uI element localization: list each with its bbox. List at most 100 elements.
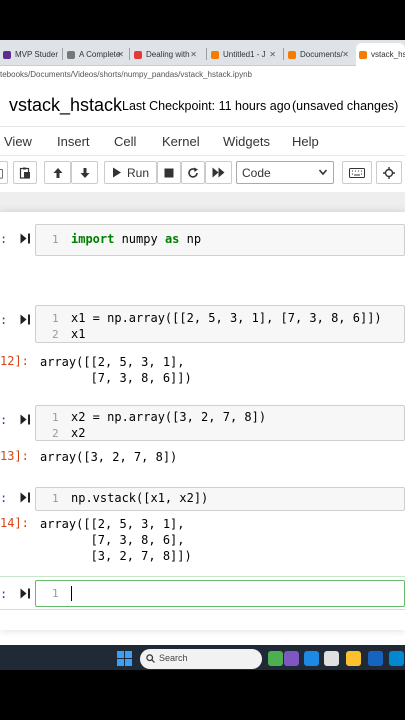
- code-cell[interactable]: : 1 2 x2 = np.array([3, 2, 7, 8]) x2: [0, 405, 405, 441]
- close-tab-icon[interactable]: ✕: [342, 50, 349, 59]
- copy-cell-button[interactable]: ▯: [0, 161, 8, 184]
- windows-start-icon[interactable]: [117, 651, 132, 666]
- run-cell-icon[interactable]: [20, 414, 31, 425]
- arrow-up-icon: [53, 167, 62, 178]
- active-code-cell[interactable]: : 1: [0, 576, 405, 610]
- line-number: 1: [52, 587, 59, 600]
- menu-bar: View Insert Cell Kernel Widgets Help: [0, 126, 405, 156]
- move-up-button[interactable]: [44, 161, 71, 184]
- code-line: x1: [71, 327, 86, 341]
- store-app-icon[interactable]: [389, 651, 404, 666]
- task-view-icon[interactable]: [284, 651, 299, 666]
- notebook-title[interactable]: vstack_hstack: [9, 95, 122, 116]
- arrow-down-icon: [80, 167, 89, 178]
- tab-favicon-icon: [67, 50, 75, 59]
- checkpoint-status: Last Checkpoint: 11 hours ago: [122, 99, 291, 113]
- code-cell[interactable]: : 1 np.vstack([x1, x2]): [0, 487, 405, 511]
- search-icon: [146, 654, 155, 663]
- run-cell-icon[interactable]: [20, 314, 31, 325]
- browser-window: MVP Studen A Complete ✕ Dealing with ✕ U…: [0, 40, 405, 670]
- browser-tab[interactable]: A Complete ✕: [64, 43, 128, 66]
- code-line: import numpy as np: [71, 232, 202, 246]
- run-cell-icon[interactable]: [20, 588, 31, 599]
- command-palette-button[interactable]: [342, 161, 372, 184]
- output-area: 14]: array([[2, 5, 3, 1], [7, 3, 8, 6], …: [0, 516, 405, 566]
- line-number: 1: [52, 312, 59, 325]
- code-line: x2: [71, 426, 86, 440]
- input-prompt: :: [0, 313, 8, 327]
- line-number: 2: [52, 427, 59, 440]
- tab-label: MVP Studen: [15, 50, 58, 59]
- close-tab-icon[interactable]: ✕: [269, 50, 276, 59]
- output-area: 12]: array([[2, 5, 3, 1], [7, 3, 8, 6]]): [0, 352, 405, 388]
- file-explorer-icon[interactable]: [346, 651, 361, 666]
- move-down-button[interactable]: [71, 161, 98, 184]
- browser-tab[interactable]: Untitled1 - J ✕: [208, 43, 280, 66]
- menu-kernel[interactable]: Kernel: [162, 134, 200, 149]
- tab-favicon-icon: [359, 50, 367, 59]
- widgets-app-icon[interactable]: [268, 651, 283, 666]
- line-number: 1: [52, 411, 59, 424]
- close-tab-icon[interactable]: ✕: [117, 50, 124, 59]
- paste-icon: [19, 167, 30, 179]
- tab-label: Documents/: [300, 50, 343, 59]
- code-editor[interactable]: 1 2 x1 = np.array([[2, 5, 3, 1], [7, 3, …: [35, 305, 405, 343]
- stop-icon: [164, 168, 174, 177]
- fast-forward-icon: [212, 167, 225, 178]
- close-tab-icon[interactable]: ✕: [190, 50, 197, 59]
- notebook-toolbar: ▯ Run Code: [0, 158, 405, 188]
- notebook-header: vstack_hstack Last Checkpoint: 11 hours …: [0, 87, 405, 123]
- tab-label: A Complete: [79, 50, 121, 59]
- code-editor[interactable]: 1 np.vstack([x1, x2]): [35, 487, 405, 511]
- cell-type-select[interactable]: Code: [236, 161, 334, 184]
- paste-cell-button[interactable]: [13, 161, 37, 184]
- interrupt-kernel-button[interactable]: [157, 161, 181, 184]
- keyboard-icon: [349, 167, 365, 178]
- code-line: np.vstack([x1, x2]): [71, 491, 209, 505]
- code-editor[interactable]: 1 2 x2 = np.array([3, 2, 7, 8]) x2: [35, 405, 405, 441]
- tab-label: vstack_hs: [371, 50, 405, 59]
- tab-strip: MVP Studen A Complete ✕ Dealing with ✕ U…: [0, 40, 405, 66]
- menu-view[interactable]: View: [4, 134, 32, 149]
- code-editor[interactable]: 1: [35, 580, 405, 607]
- browser-tab[interactable]: MVP Studen: [0, 43, 58, 66]
- url-text: tebooks/Documents/Videos/shorts/numpy_pa…: [0, 70, 252, 79]
- browser-tab[interactable]: Documents/ ✕: [285, 43, 353, 66]
- notebook-container: : 1 import numpy as np : 1 2 x1 = np.arr…: [0, 212, 405, 630]
- cell-toolbar-button[interactable]: [376, 161, 402, 184]
- code-cell[interactable]: : 1 import numpy as np: [0, 224, 405, 256]
- menu-help[interactable]: Help: [292, 134, 319, 149]
- camera-app-icon[interactable]: [324, 651, 339, 666]
- edge-browser-icon[interactable]: [368, 651, 383, 666]
- tab-favicon-icon: [3, 50, 11, 59]
- copy-icon: ▯: [0, 165, 4, 180]
- output-text: array([3, 2, 7, 8]): [40, 450, 178, 464]
- code-cell[interactable]: : 1 2 x1 = np.array([[2, 5, 3, 1], [7, 3…: [0, 305, 405, 343]
- output-text: array([[2, 5, 3, 1], [7, 3, 8, 6]]): [40, 355, 192, 385]
- line-number: 1: [52, 233, 59, 246]
- cell-type-value: Code: [242, 166, 271, 180]
- tab-favicon-icon: [211, 50, 219, 59]
- input-prompt: :: [0, 232, 8, 246]
- taskbar-search[interactable]: Search: [140, 649, 262, 669]
- run-button[interactable]: Run: [104, 161, 157, 184]
- code-editor[interactable]: 1 import numpy as np: [35, 224, 405, 256]
- menu-widgets[interactable]: Widgets: [223, 134, 270, 149]
- chat-app-icon[interactable]: [304, 651, 319, 666]
- restart-run-all-button[interactable]: [205, 161, 232, 184]
- browser-tab[interactable]: Dealing with ✕: [131, 43, 201, 66]
- crosshair-icon: [383, 166, 395, 179]
- menu-cell[interactable]: Cell: [114, 134, 136, 149]
- output-area: 13]: array([3, 2, 7, 8]): [0, 449, 405, 467]
- menu-insert[interactable]: Insert: [57, 134, 90, 149]
- browser-tab-active[interactable]: vstack_hs: [356, 43, 405, 66]
- run-cell-icon[interactable]: [20, 492, 31, 503]
- refresh-icon: [188, 167, 198, 178]
- restart-kernel-button[interactable]: [181, 161, 205, 184]
- address-bar[interactable]: tebooks/Documents/Videos/shorts/numpy_pa…: [0, 67, 405, 85]
- text-cursor: [71, 586, 72, 601]
- run-cell-icon[interactable]: [20, 233, 31, 244]
- output-prompt: 12]:: [0, 354, 29, 368]
- output-prompt: 13]:: [0, 449, 29, 463]
- play-icon: [112, 167, 121, 178]
